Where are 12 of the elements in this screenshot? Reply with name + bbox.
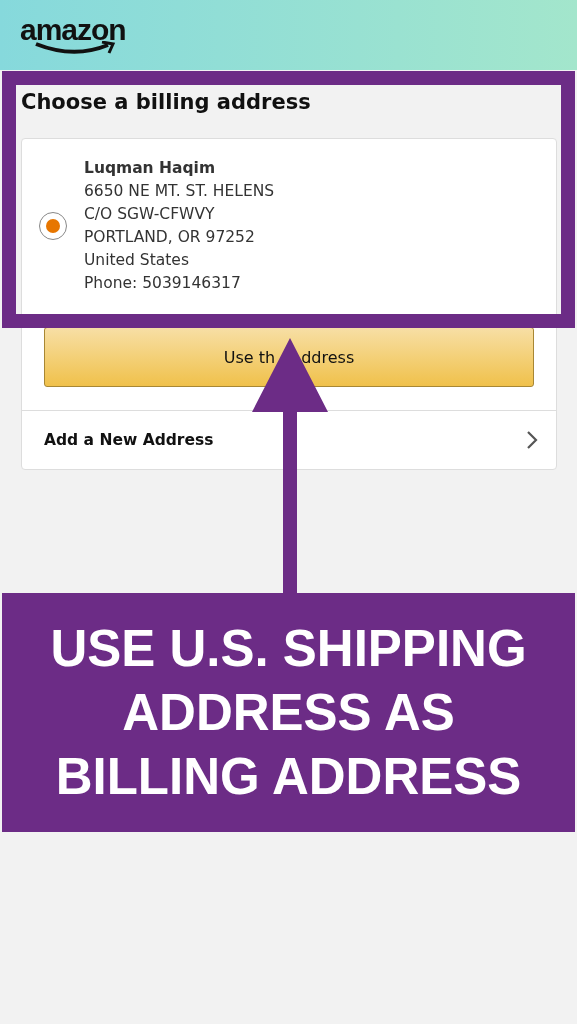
address-line: 6650 NE MT. ST. HELENS [84, 181, 275, 202]
caption-text: USE U.S. SHIPPING ADDRESS AS BILLING ADDRESS [49, 618, 528, 807]
chevron-right-icon [526, 430, 538, 450]
amazon-logo[interactable]: amazon [20, 15, 126, 55]
address-line: United States [84, 250, 190, 271]
address-line: PORTLAND, OR 97252 [84, 227, 256, 248]
address-line: C/O SGW-CFWVY [84, 204, 216, 225]
add-address-row[interactable]: Add a New Address [22, 411, 556, 469]
address-name: Luqman Haqim [84, 158, 217, 179]
address-line: Phone: 5039146317 [84, 273, 242, 294]
page-title: Choose a billing address [21, 90, 312, 114]
use-address-button[interactable]: Use th ddress [44, 327, 534, 387]
